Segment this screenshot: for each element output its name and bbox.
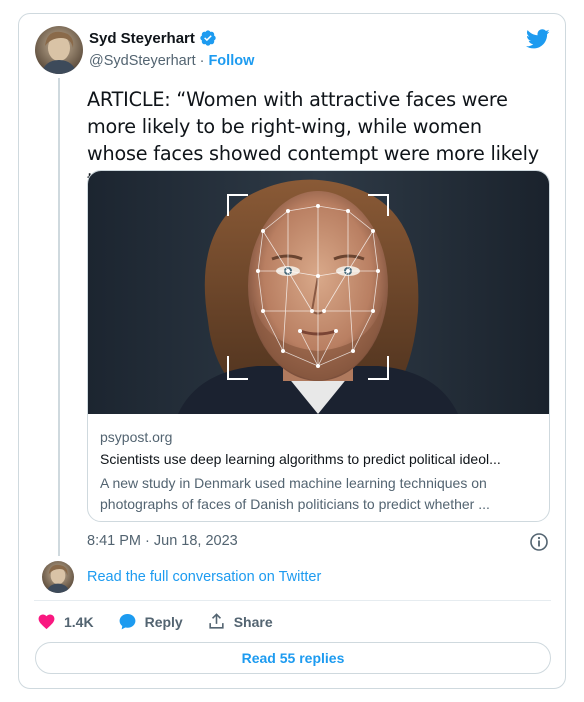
divider bbox=[34, 600, 551, 601]
link-description: A new study in Denmark used machine lear… bbox=[100, 475, 490, 512]
action-bar: 1.4K Reply Share bbox=[37, 612, 297, 631]
viewer-avatar[interactable] bbox=[42, 561, 74, 593]
reply-button[interactable]: Reply bbox=[118, 612, 183, 631]
thread-line bbox=[58, 78, 60, 556]
tweet-timestamp[interactable]: 8:41 PM · Jun 18, 2023 bbox=[87, 533, 238, 549]
like-count: 1.4K bbox=[64, 613, 94, 630]
share-button[interactable]: Share bbox=[207, 612, 273, 631]
article-image bbox=[88, 171, 549, 414]
share-label: Share bbox=[233, 613, 273, 630]
author-name[interactable]: Syd Steyerhart bbox=[89, 30, 195, 47]
reply-bubble-icon bbox=[119, 613, 135, 630]
link-domain: psypost.org bbox=[100, 429, 173, 445]
heart-icon bbox=[38, 614, 55, 630]
separator-dot: · bbox=[199, 53, 205, 69]
verified-badge-icon bbox=[200, 30, 216, 46]
author-avatar[interactable] bbox=[35, 26, 83, 74]
read-replies-button[interactable]: Read 55 replies bbox=[35, 642, 551, 674]
read-conversation-link[interactable]: Read the full conversation on Twitter bbox=[87, 569, 321, 585]
like-button[interactable]: 1.4K bbox=[37, 612, 94, 631]
follow-link[interactable]: Follow bbox=[208, 53, 254, 69]
reply-label: Reply bbox=[144, 613, 183, 630]
link-preview-card[interactable]: psypost.org Scientists use deep learning… bbox=[87, 170, 550, 522]
author-handle[interactable]: @SydSteyerhart bbox=[89, 53, 196, 69]
link-title: Scientists use deep learning algorithms … bbox=[100, 451, 501, 467]
info-icon[interactable] bbox=[529, 532, 549, 552]
twitter-bird-icon[interactable] bbox=[526, 27, 550, 51]
share-icon bbox=[209, 613, 224, 629]
